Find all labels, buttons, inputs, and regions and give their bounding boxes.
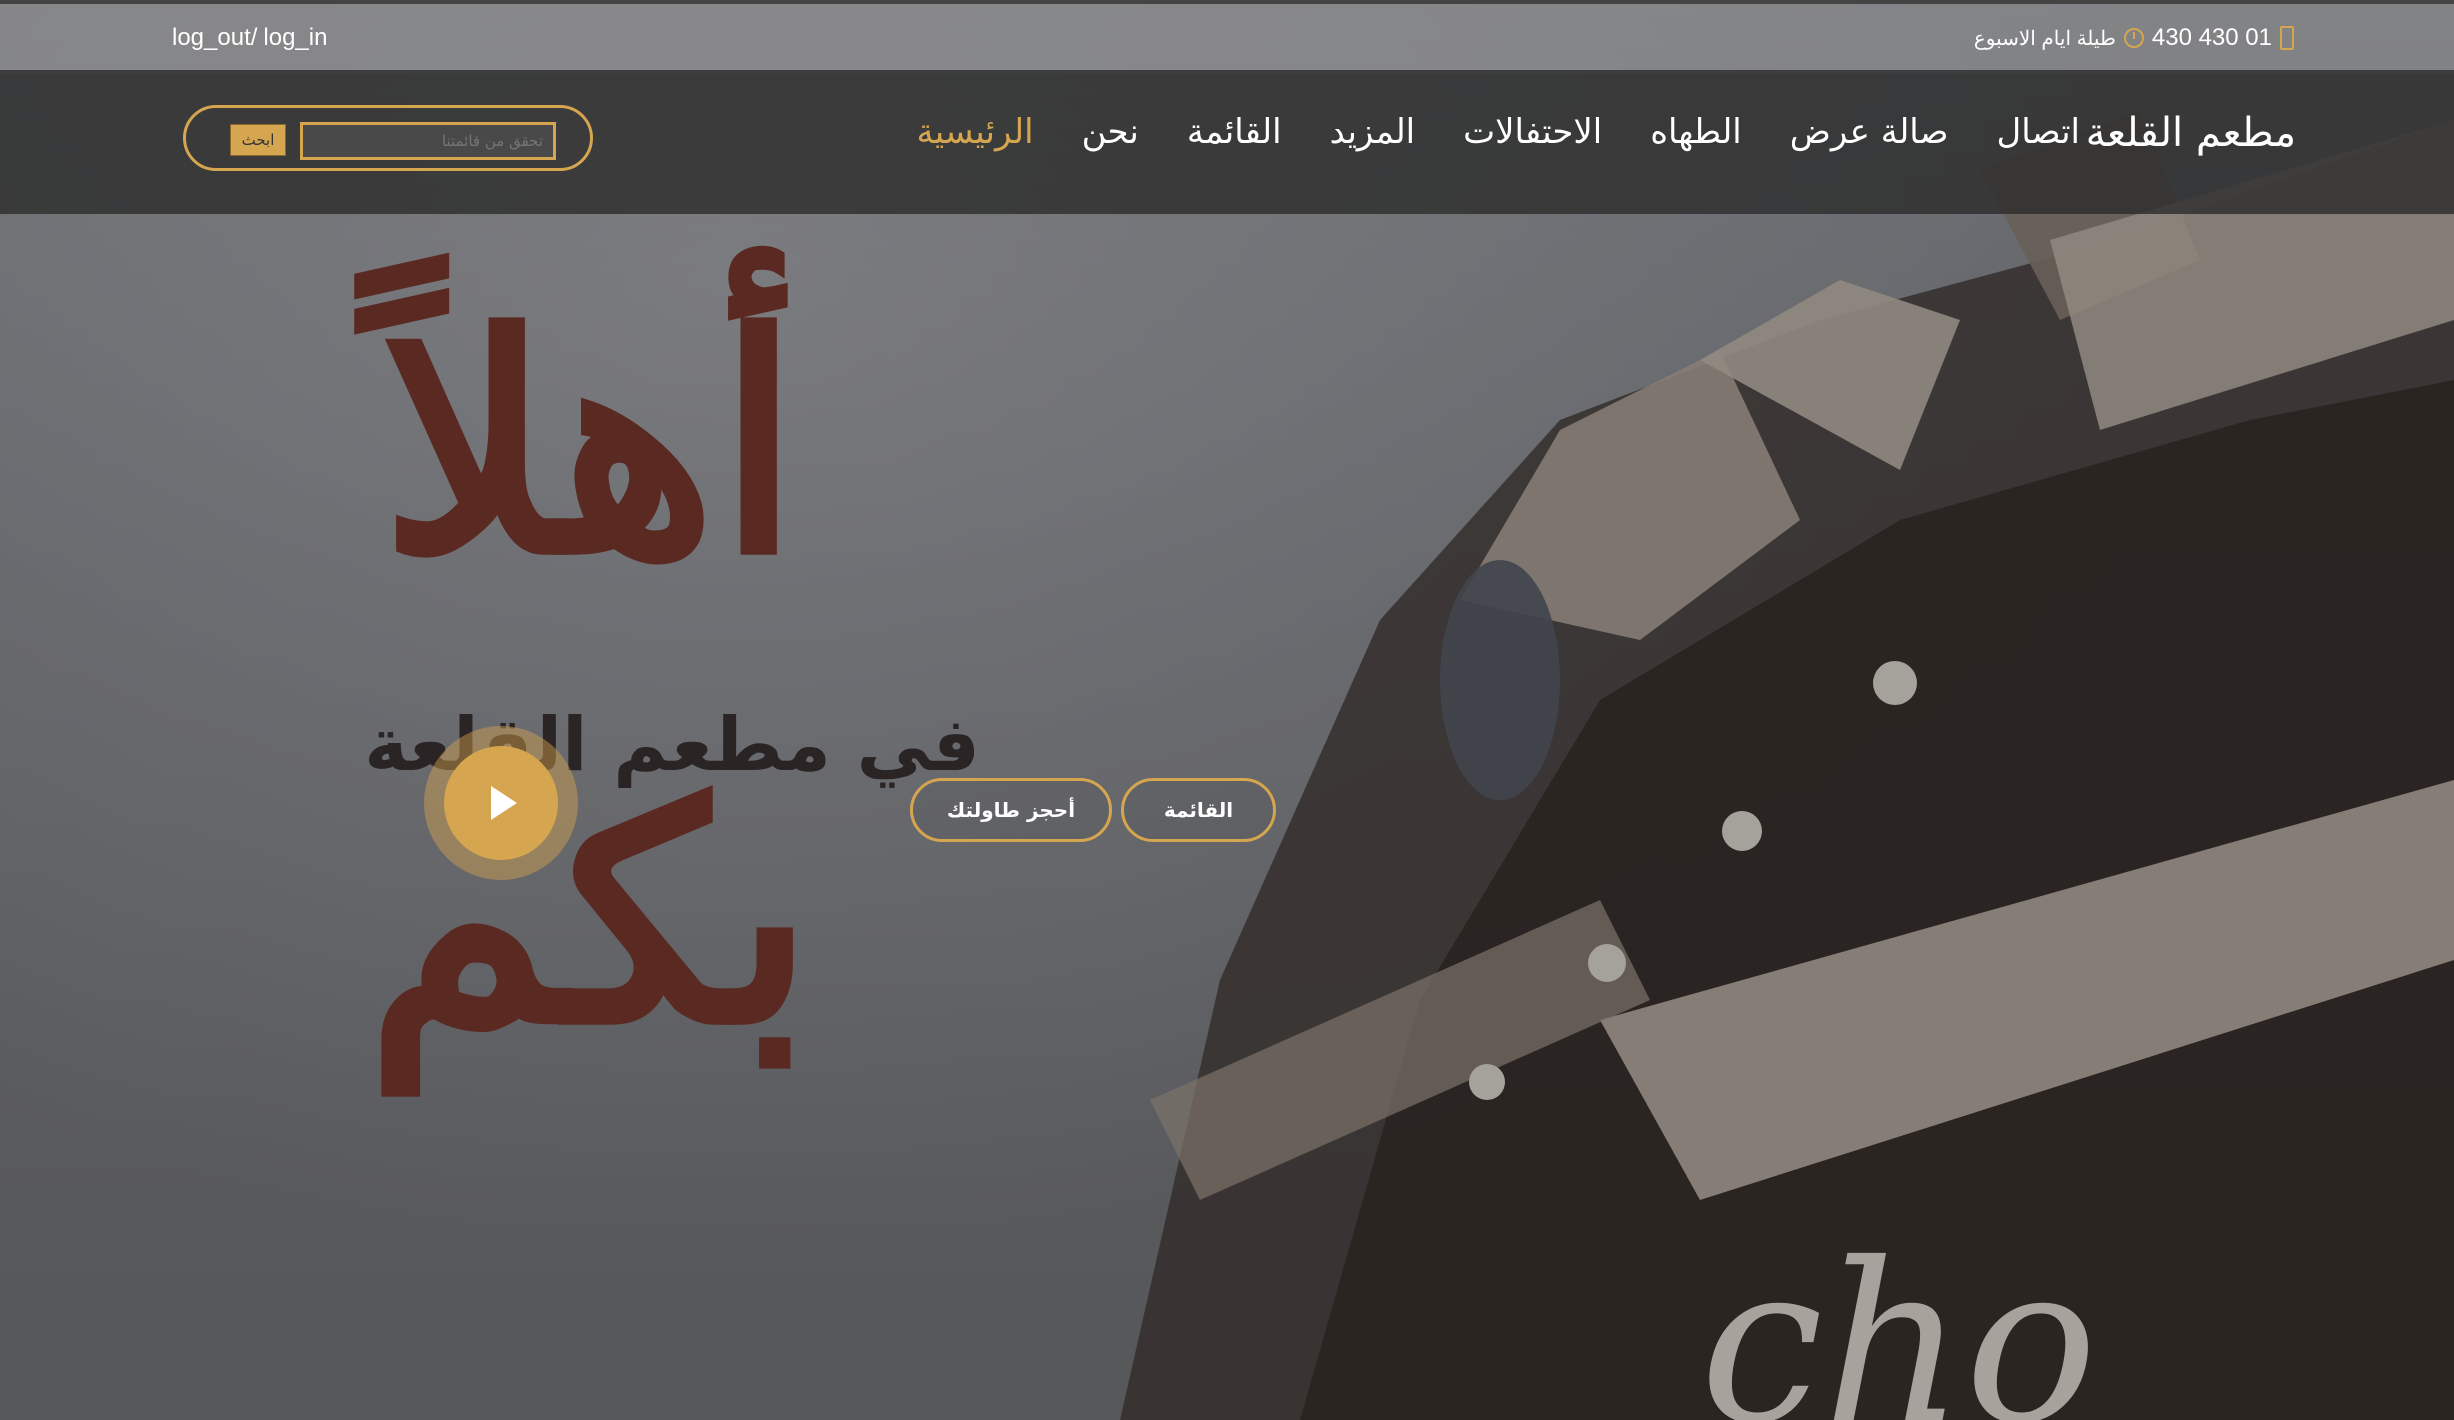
search-input[interactable] <box>300 122 556 160</box>
logout-link[interactable]: log_out/ <box>172 24 257 51</box>
clock-icon <box>2123 28 2144 48</box>
menu-button[interactable]: القائمة <box>1121 778 1276 842</box>
nav-item-events[interactable]: الاحتفالات <box>1463 112 1602 152</box>
phone-icon <box>2280 26 2294 50</box>
search-button[interactable]: ابحث <box>230 124 286 156</box>
nav-item-about[interactable]: نحن <box>1082 112 1139 152</box>
nav-item-chefs[interactable]: الطهاه <box>1650 112 1742 152</box>
login-link[interactable]: log_in <box>263 24 327 51</box>
auth-links: log_out/log_in <box>172 24 333 52</box>
reserve-table-button[interactable]: أحجز طاولتك <box>910 778 1112 842</box>
nav-item-more[interactable]: المزيد <box>1330 112 1416 152</box>
phone-number: 430 430 01 <box>2151 24 2272 51</box>
nav-item-gallery[interactable]: صالة عرض <box>1790 112 1949 152</box>
nav-item-menu[interactable]: القائمة <box>1187 112 1282 152</box>
hours-text: طيلة ايام الاسبوع <box>1973 27 2116 50</box>
nav-item-home[interactable]: الرئيسية <box>916 112 1033 152</box>
search-form: ابحث <box>183 105 593 171</box>
welcome-calligraphy: أهلاً بكم في مطعم القلعة <box>200 210 980 1091</box>
nav-menu: الرئيسية نحن القائمة المزيد الاحتفالات ا… <box>916 112 2080 152</box>
welcome-title: أهلاً بكم <box>365 268 815 1091</box>
brand-logo-text[interactable]: مطعم القلعة <box>2086 110 2296 156</box>
contact-info: طيلة ايام الاسبوع 430 430 01 <box>1974 24 2294 52</box>
top-info-bar: log_out/log_in طيلة ايام الاسبوع 430 430… <box>0 0 2454 74</box>
nav-item-contact[interactable]: اتصال <box>1997 112 2080 152</box>
play-video-button[interactable] <box>424 726 578 880</box>
play-button-circle <box>444 746 558 860</box>
play-icon <box>491 786 517 820</box>
